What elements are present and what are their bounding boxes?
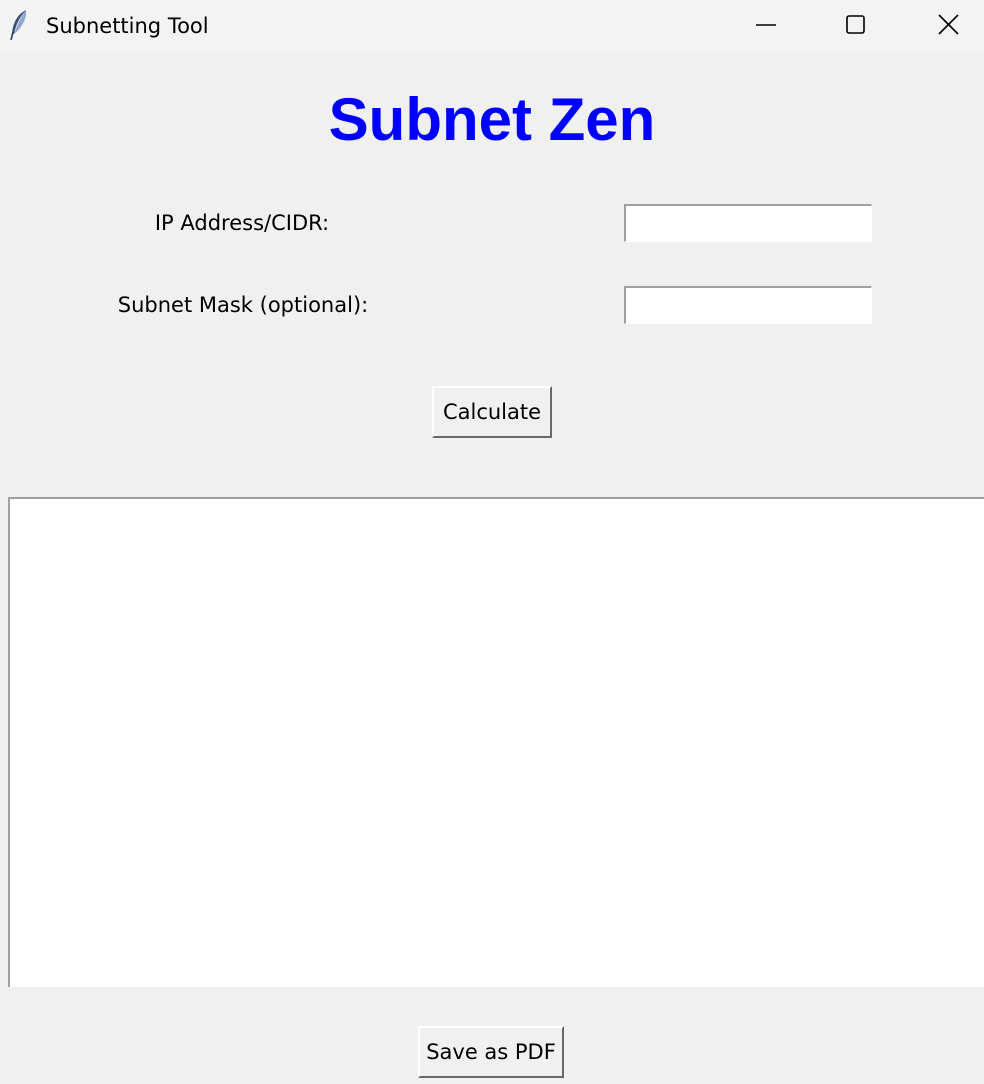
minimize-button[interactable] xyxy=(736,0,796,52)
maximize-button[interactable] xyxy=(826,0,886,52)
minimize-icon xyxy=(756,24,776,26)
app-heading: Subnet Zen xyxy=(328,86,656,153)
calculate-button[interactable]: Calculate xyxy=(432,386,552,438)
close-icon xyxy=(938,14,959,35)
window-title: Subnetting Tool xyxy=(46,14,209,38)
close-button[interactable] xyxy=(918,0,978,52)
results-text-area[interactable] xyxy=(8,497,984,987)
maximize-icon xyxy=(846,15,865,34)
ip-address-input[interactable] xyxy=(624,204,872,242)
save-as-pdf-button[interactable]: Save as PDF xyxy=(418,1026,564,1078)
subnet-mask-input[interactable] xyxy=(624,286,872,324)
feather-icon xyxy=(8,8,30,42)
title-bar: Subnetting Tool xyxy=(0,0,984,52)
ip-address-label: IP Address/CIDR: xyxy=(154,211,330,235)
subnet-mask-label: Subnet Mask (optional): xyxy=(117,293,369,317)
